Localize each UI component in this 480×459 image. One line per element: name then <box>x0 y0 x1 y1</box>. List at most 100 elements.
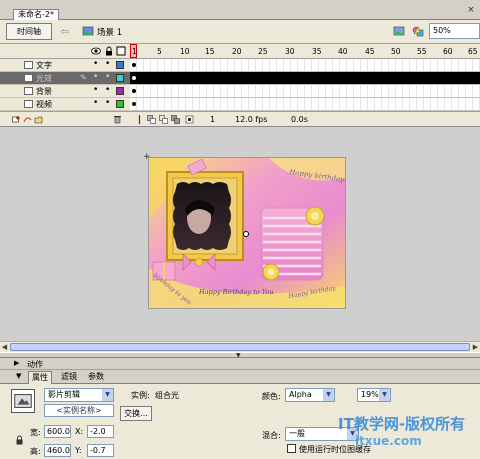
visibility-toggle[interactable]: • <box>93 72 98 82</box>
frame-track[interactable] <box>130 85 480 97</box>
alpha-value: 19% <box>361 390 379 399</box>
frame-track[interactable] <box>130 59 480 71</box>
symbol-type-select[interactable]: 影片剪辑 ▼ <box>44 388 114 402</box>
expand-arrow-icon[interactable]: ▶ <box>14 359 19 367</box>
close-icon[interactable]: × <box>466 5 476 15</box>
ruler-label: 20 <box>232 47 242 56</box>
modify-onion-markers-icon[interactable] <box>185 115 194 124</box>
insert-layer-icon[interactable] <box>12 115 21 124</box>
zoom-select[interactable]: 50% <box>429 23 480 39</box>
movie-clip-icon <box>11 389 35 413</box>
blend-label: 混合: <box>262 431 281 440</box>
delete-layer-icon[interactable] <box>113 115 122 124</box>
layer-name: 视频 <box>36 100 52 109</box>
layer-row-background[interactable]: 背景 • • <box>0 85 480 98</box>
symbol-type-value: 影片剪辑 <box>48 390 80 399</box>
swap-button[interactable]: 交换... <box>120 406 152 421</box>
color-label: 颜色: <box>262 392 281 401</box>
properties-tabs: ▼ 属性 滤镜 参数 <box>0 370 480 384</box>
lock-toggle[interactable]: • <box>105 98 110 108</box>
lock-toggle[interactable]: • <box>105 59 110 69</box>
frame-track[interactable] <box>130 72 480 84</box>
ruler-label: 15 <box>205 47 215 56</box>
collapse-arrow-icon[interactable]: ▼ <box>16 372 21 380</box>
ruler-label: 55 <box>417 47 427 56</box>
height-label: 高: <box>30 447 41 456</box>
instance-name-input[interactable]: <实例名称> <box>44 404 114 417</box>
lock-toggle[interactable]: • <box>105 72 110 82</box>
ruler-label: 45 <box>365 47 375 56</box>
onion-skin-outlines-icon[interactable] <box>159 115 168 124</box>
edit-multiple-frames-icon[interactable] <box>171 115 180 124</box>
scene-label: 场景 1 <box>97 28 123 38</box>
scroll-right-icon[interactable]: ▶ <box>471 342 480 352</box>
layer-row-text[interactable]: 文字 • • <box>0 59 480 72</box>
add-guide-layer-icon[interactable] <box>23 115 32 124</box>
document-tab[interactable]: 未命名-2* <box>13 9 59 20</box>
ruler-label: 65 <box>468 47 478 56</box>
ruler-label: 10 <box>180 47 190 56</box>
ruler-label: 1 <box>132 47 137 56</box>
frame-ruler[interactable]: 1 5 10 15 20 25 30 35 40 45 50 55 60 65 <box>130 44 480 59</box>
back-arrow-icon[interactable]: ⇦ <box>58 23 72 40</box>
outline-color-box[interactable] <box>116 61 124 69</box>
scroll-thumb[interactable] <box>10 343 470 351</box>
artwork-text-script: Happy Birthday to You <box>198 288 274 296</box>
keyframe[interactable] <box>132 89 136 93</box>
height-field[interactable]: 460.0 <box>44 444 71 457</box>
timeline-header: 1 5 10 15 20 25 30 35 40 45 50 55 60 65 <box>0 44 480 59</box>
center-frame-icon[interactable] <box>135 115 144 124</box>
color-mode-value: Alpha <box>289 390 312 399</box>
outline-color-box[interactable] <box>116 87 124 95</box>
onion-skin-icon[interactable] <box>147 115 156 124</box>
y-field[interactable]: -0.7 <box>87 444 114 457</box>
scene-icon <box>82 26 94 36</box>
runtime-bitmap-cache-checkbox[interactable] <box>287 444 296 453</box>
x-label: X: <box>75 427 84 436</box>
timeline-toggle-button[interactable]: 时间轴 <box>6 23 52 40</box>
insert-folder-icon[interactable] <box>34 115 43 124</box>
instance-of-value: 组合光 <box>155 391 179 400</box>
tab-properties[interactable]: 属性 <box>28 371 52 384</box>
timeline-panel: 1 5 10 15 20 25 30 35 40 45 50 55 60 65 … <box>0 44 480 126</box>
layer-row-light[interactable]: 光效 ✎ • • <box>0 72 480 85</box>
frame-track[interactable] <box>130 98 480 110</box>
visibility-toggle[interactable]: • <box>93 98 98 108</box>
color-mode-select[interactable]: Alpha ▼ <box>285 388 335 402</box>
tab-parameters[interactable]: 参数 <box>85 371 107 384</box>
keyframe[interactable] <box>132 102 136 106</box>
frame-rate[interactable]: 12.0 fps <box>235 114 267 125</box>
horizontal-scrollbar[interactable]: ◀ ▶ <box>0 341 480 352</box>
chevron-down-icon: ▼ <box>102 389 113 401</box>
scroll-left-icon[interactable]: ◀ <box>0 342 9 352</box>
actions-panel-header[interactable]: ▶ 动作 <box>0 358 480 370</box>
ruler-label: 25 <box>258 47 268 56</box>
keyframe[interactable] <box>132 76 136 80</box>
lock-icon[interactable] <box>104 46 114 56</box>
edit-bar: 时间轴 ⇦ 场景 1 50% <box>0 20 480 44</box>
layer-row-video[interactable]: 视频 • • <box>0 98 480 111</box>
layer-icon <box>24 87 33 95</box>
pencil-icon: ✎ <box>80 73 87 82</box>
visibility-toggle[interactable]: • <box>93 59 98 69</box>
visibility-toggle[interactable]: • <box>93 85 98 95</box>
keyframe[interactable] <box>132 63 136 67</box>
outline-icon[interactable] <box>116 46 126 56</box>
outline-color-box[interactable] <box>116 100 124 108</box>
lock-toggle[interactable]: • <box>105 85 110 95</box>
alpha-input[interactable]: 19% ▼ <box>357 388 391 402</box>
actions-panel-title: 动作 <box>27 360 43 369</box>
blend-mode-value: 一般 <box>289 429 305 438</box>
edit-scene-icon[interactable] <box>392 24 406 38</box>
ruler-label: 30 <box>285 47 295 56</box>
elapsed-time: 0.0s <box>291 115 308 124</box>
outline-color-box[interactable] <box>116 74 124 82</box>
tab-filters[interactable]: 滤镜 <box>58 371 80 384</box>
x-field[interactable]: -2.0 <box>87 425 114 438</box>
eye-icon[interactable] <box>91 46 101 56</box>
transform-point[interactable] <box>243 231 249 237</box>
lock-icon[interactable] <box>15 435 24 445</box>
stage-area[interactable]: + Happy birthday birthday to you Happy B… <box>0 126 480 352</box>
edit-symbol-icon[interactable] <box>411 24 425 38</box>
width-field[interactable]: 600.0 <box>44 425 71 438</box>
